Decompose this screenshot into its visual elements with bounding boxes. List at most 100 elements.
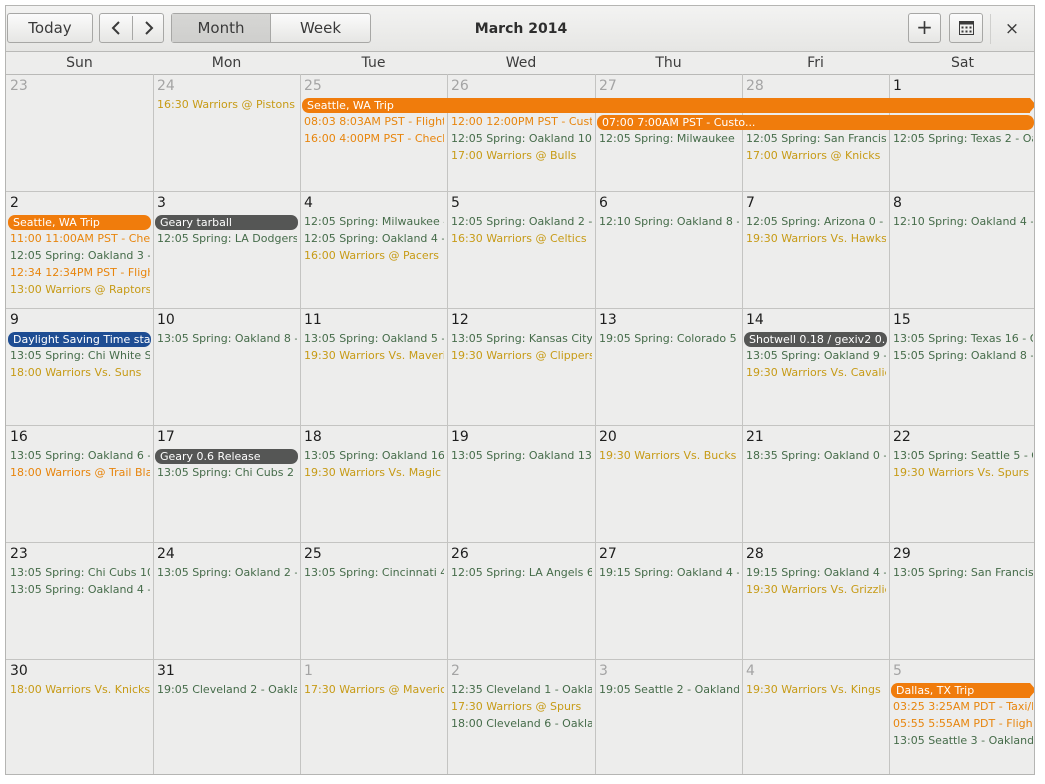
calendar-event[interactable]: 19:30 Warriors Vs. Kings (746, 682, 886, 698)
day-cell[interactable]: 25 08:03 8:03AM PST - Flight U...16:00 4:… (301, 75, 447, 191)
today-button[interactable]: Today (7, 13, 93, 43)
calendar-event[interactable]: 12:35 Cleveland 1 - Oakland 6 (451, 682, 592, 698)
calendar-event[interactable]: 18:00 Warriors Vs. Suns (10, 365, 150, 381)
day-cell[interactable]: 16 13:05 Spring: Oakland 6 - Ci...18:00 W… (7, 426, 153, 542)
day-cell[interactable]: 6 12:10 Spring: Oakland 8 - Ar... (596, 192, 742, 308)
calendar-event[interactable]: 13:05 Spring: Cincinnati 4 - ... (304, 565, 444, 581)
calendar-event[interactable]: 19:30 Warriors Vs. Mavericks (304, 348, 444, 364)
day-cell[interactable]: 17 13:05 Spring: Chi Cubs 2 - O... (154, 426, 300, 542)
multi-day-event-bar[interactable]: Seattle, WA Trip (302, 98, 1030, 113)
calendar-event[interactable]: 05:55 5:55AM PDT - Flight A... (893, 716, 1033, 732)
calendar-event[interactable]: 12:10 Spring: Oakland 4 - C... (893, 214, 1033, 230)
calendar-event[interactable]: 12:05 Spring: Oakland 10 - ... (451, 131, 592, 147)
calendar-event[interactable]: 19:30 Warriors @ Clippers (451, 348, 592, 364)
multi-day-event-bar[interactable]: Dallas, TX Trip (891, 683, 1030, 698)
calendar-event[interactable]: 13:05 Spring: San Francisco... (893, 565, 1033, 581)
calendar-event[interactable]: 17:30 Warriors @ Mavericks (304, 682, 444, 698)
calendar-event[interactable]: 12:34 12:34PM PST - Flight ... (10, 265, 150, 281)
day-cell[interactable]: 3 19:05 Seattle 2 - Oakland 3 (596, 660, 742, 774)
calendar-event[interactable]: 12:00 12:00PM PST - Custo... (451, 114, 592, 130)
day-cell[interactable]: 23 13:05 Spring: Chi Cubs 10 - ...13:05 S… (7, 543, 153, 659)
calendar-event[interactable]: 13:05 Spring: Oakland 13 - ... (451, 448, 592, 464)
calendar-event[interactable]: 18:35 Spring: Oakland 0 - S... (746, 448, 886, 464)
calendar-event[interactable]: 16:00 Warriors @ Pacers (304, 248, 444, 264)
day-cell[interactable]: 24 16:30 Warriors @ Pistons (154, 75, 300, 191)
calendar-event[interactable]: 03:25 3:25AM PDT - Taxi/Li... (893, 699, 1033, 715)
calendar-event[interactable]: 13:05 Spring: Oakland 16 - ... (304, 448, 444, 464)
day-cell[interactable]: 24 13:05 Spring: Oakland 2 - Te... (154, 543, 300, 659)
multi-day-event-bar[interactable]: Daylight Saving Time starts (8, 332, 151, 347)
calendar-event[interactable]: 12:05 Spring: Milwaukee 11... (599, 131, 739, 147)
calendar-event[interactable]: 19:05 Cleveland 2 - Oakland 0 (157, 682, 297, 698)
calendar-event[interactable]: 12:05 Spring: Milwaukee 4 -... (304, 214, 444, 230)
calendar-event[interactable]: 19:30 Warriors Vs. Magic (304, 465, 444, 481)
day-cell[interactable]: 15 13:05 Spring: Texas 16 - Oa...15:05 Sp… (890, 309, 1034, 425)
calendar-list-button[interactable] (949, 13, 983, 43)
multi-day-event-bar[interactable]: Seattle, WA Trip (8, 215, 151, 230)
day-cell[interactable]: 31 19:05 Cleveland 2 - Oakland 0 (154, 660, 300, 774)
day-cell[interactable]: 5 12:05 Spring: Oakland 2 - M...16:30 War… (448, 192, 595, 308)
calendar-event[interactable]: 13:05 Spring: Oakland 4 - S... (10, 582, 150, 598)
calendar-event[interactable]: 13:05 Spring: Oakland 8 - L... (157, 331, 297, 347)
calendar-event[interactable]: 19:30 Warriors Vs. Hawks (746, 231, 886, 247)
tab-week[interactable]: Week (271, 14, 370, 42)
day-cell[interactable]: 2 11:00 11:00AM PST - Check ...12:05 Spri… (7, 192, 153, 308)
day-cell[interactable]: 30 18:00 Warriors Vs. Knicks (7, 660, 153, 774)
calendar-event[interactable]: 12:05 Spring: Arizona 0 - Oa... (746, 214, 886, 230)
day-cell[interactable]: 28 12:05 Spring: San Francisco...17:00 Wa… (743, 75, 889, 191)
calendar-event[interactable]: 13:05 Seattle 3 - Oakland 1 (893, 733, 1033, 749)
calendar-event[interactable]: 16:30 Warriors @ Pistons (157, 97, 297, 113)
day-cell[interactable]: 3 12:05 Spring: LA Dodgers 3 ... (154, 192, 300, 308)
calendar-event[interactable]: 12:05 Spring: Oakland 4 - C... (304, 231, 444, 247)
calendar-event[interactable]: 16:30 Warriors @ Celtics (451, 231, 592, 247)
calendar-event[interactable]: 17:30 Warriors @ Spurs (451, 699, 592, 715)
calendar-event[interactable]: 13:05 Spring: Oakland 6 - Ci... (10, 448, 150, 464)
day-cell[interactable]: 25 13:05 Spring: Cincinnati 4 - ... (301, 543, 447, 659)
day-cell[interactable]: 14 13:05 Spring: Oakland 9 - K...19:30 Wa… (743, 309, 889, 425)
day-cell[interactable]: 21 18:35 Spring: Oakland 0 - S... (743, 426, 889, 542)
day-cell[interactable]: 13 19:05 Spring: Colorado 5 - O... (596, 309, 742, 425)
calendar-event[interactable]: 08:03 8:03AM PST - Flight U... (304, 114, 444, 130)
calendar-event[interactable]: 17:00 Warriors @ Knicks (746, 148, 886, 164)
calendar-event[interactable]: 12:05 Spring: San Francisco... (746, 131, 886, 147)
calendar-event[interactable]: 18:00 Warriors @ Trail Blaz... (10, 465, 150, 481)
calendar-event[interactable]: 18:00 Cleveland 6 - Oakland 4 (451, 716, 592, 732)
calendar-event[interactable]: 19:15 Spring: Oakland 4 - S... (599, 565, 739, 581)
day-cell[interactable]: 9 13:05 Spring: Chi White Sox...18:00 War… (7, 309, 153, 425)
calendar-event[interactable]: 19:15 Spring: Oakland 4 - S... (746, 565, 886, 581)
day-cell[interactable]: 7 12:05 Spring: Arizona 0 - Oa...19:30 Wa… (743, 192, 889, 308)
day-cell[interactable]: 11 13:05 Spring: Oakland 5 - S...19:30 Wa… (301, 309, 447, 425)
day-cell[interactable]: 27 12:05 Spring: Milwaukee 11... (596, 75, 742, 191)
calendar-event[interactable]: 19:30 Warriors Vs. Spurs (893, 465, 1033, 481)
day-cell[interactable]: 27 19:15 Spring: Oakland 4 - S... (596, 543, 742, 659)
day-cell[interactable]: 28 19:15 Spring: Oakland 4 - S...19:30 Wa… (743, 543, 889, 659)
day-cell[interactable]: 22 13:05 Spring: Seattle 5 - Oa...19:30 W… (890, 426, 1034, 542)
close-button[interactable]: × (996, 14, 1028, 44)
calendar-event[interactable]: 19:05 Seattle 2 - Oakland 3 (599, 682, 739, 698)
day-cell[interactable]: 1 17:30 Warriors @ Mavericks (301, 660, 447, 774)
day-cell[interactable]: 12 13:05 Spring: Kansas City 3 ...19:30 W… (448, 309, 595, 425)
tab-month[interactable]: Month (172, 14, 271, 42)
day-cell[interactable]: 4 12:05 Spring: Milwaukee 4 -...12:05 Spr… (301, 192, 447, 308)
multi-day-event-bar[interactable]: Geary tarball (155, 215, 298, 230)
calendar-event[interactable]: 13:05 Spring: Texas 16 - Oa... (893, 331, 1033, 347)
calendar-event[interactable]: 13:05 Spring: Seattle 5 - Oa... (893, 448, 1033, 464)
day-cell[interactable]: 19 13:05 Spring: Oakland 13 - ... (448, 426, 595, 542)
day-cell[interactable]: 10 13:05 Spring: Oakland 8 - L... (154, 309, 300, 425)
multi-day-event-bar[interactable]: Shotwell 0.18 / gexiv2 0.1... (744, 332, 887, 347)
calendar-event[interactable]: 12:05 Spring: LA Angels 6 - ... (451, 565, 592, 581)
calendar-event[interactable]: 12:05 Spring: Oakland 2 - M... (451, 214, 592, 230)
calendar-event[interactable]: 18:00 Warriors Vs. Knicks (10, 682, 150, 698)
previous-month-button[interactable] (100, 14, 132, 42)
day-cell[interactable]: 29 13:05 Spring: San Francisco... (890, 543, 1034, 659)
calendar-event[interactable]: 12:05 Spring: LA Dodgers 3 ... (157, 231, 297, 247)
calendar-event[interactable]: 13:05 Spring: Oakland 2 - Te... (157, 565, 297, 581)
day-cell[interactable]: 2 12:35 Cleveland 1 - Oakland 617:30 Warr… (448, 660, 595, 774)
calendar-event[interactable]: 13:05 Spring: Oakland 5 - S... (304, 331, 444, 347)
calendar-event[interactable]: 13:05 Spring: Chi Cubs 10 - ... (10, 565, 150, 581)
calendar-event[interactable]: 19:30 Warriors Vs. Bucks (599, 448, 739, 464)
multi-day-event-bar[interactable]: 07:00 7:00AM PST - Custo... (597, 115, 1034, 130)
calendar-event[interactable]: 19:05 Spring: Colorado 5 - O... (599, 331, 739, 347)
day-cell[interactable]: 20 19:30 Warriors Vs. Bucks (596, 426, 742, 542)
calendar-event[interactable]: 12:05 Spring: Texas 2 - Oakl... (893, 131, 1033, 147)
